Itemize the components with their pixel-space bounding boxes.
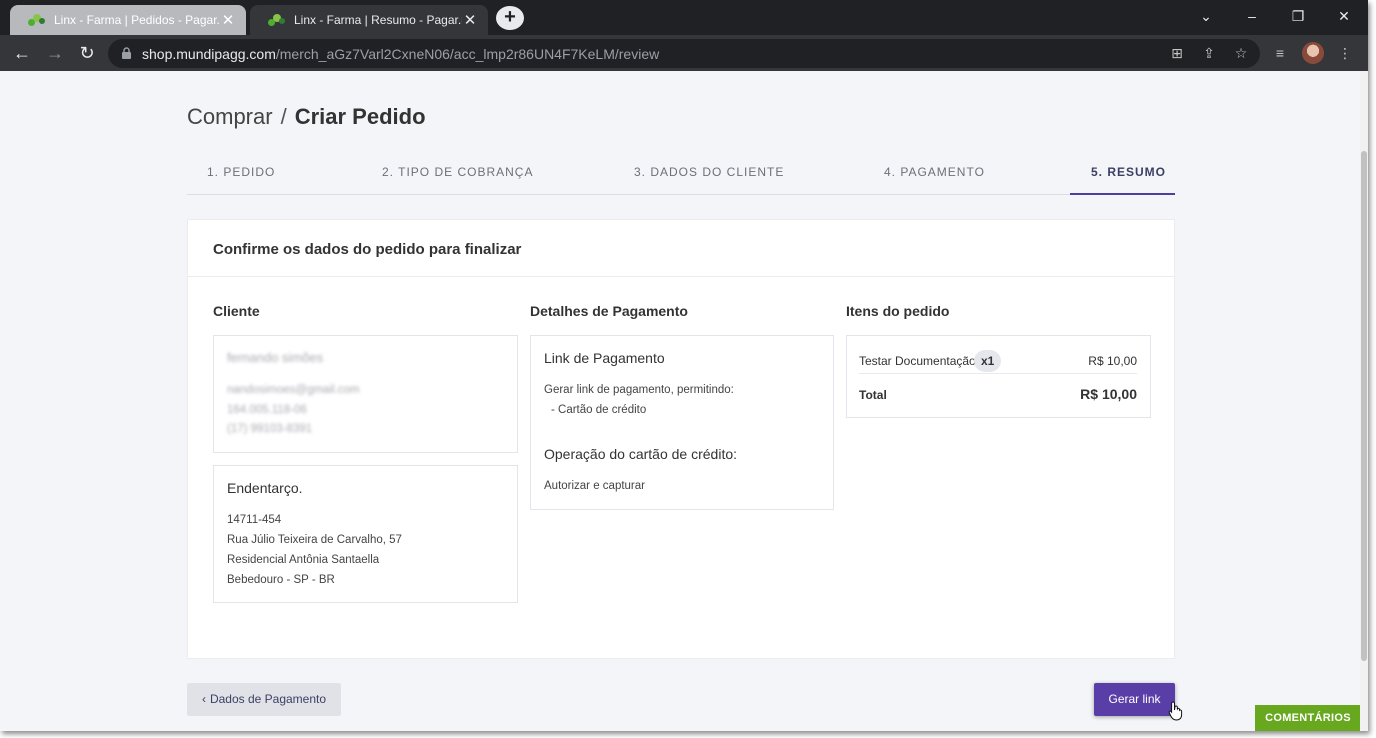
address-box: Endentarço. 14711-454 Rua Júlio Teixeira… <box>213 465 518 603</box>
url-path: /merch_aGz7Varl2CxneN06/acc_lmp2r86UN4F7… <box>275 46 660 62</box>
client-document: 164.005.118-06 <box>227 404 307 416</box>
step-dados-cliente[interactable]: 3. DADOS DO CLIENTE <box>634 165 784 179</box>
hand-cursor-icon <box>1168 701 1183 721</box>
pagamento-heading: Detalhes de Pagamento <box>530 303 688 319</box>
client-name: fernando simões <box>227 350 324 365</box>
total-label: Total <box>859 388 887 402</box>
client-phone: (17) 99103-8391 <box>227 423 313 435</box>
browser-toolbar: ← → ↻ shop.mundipagg.com/merch_aGz7Varl2… <box>0 35 1368 71</box>
lock-icon <box>122 47 131 59</box>
list-item: Testar Documentação x1 R$ 10,00 <box>859 338 1137 374</box>
linx-favicon-icon <box>28 13 46 27</box>
card-operation-title: Operação do cartão de crédito: <box>544 446 738 462</box>
close-tab-icon[interactable]: ✕ <box>220 11 236 29</box>
address-title: Endentarço. <box>227 480 303 496</box>
tab-resumo[interactable]: Linx - Farma | Resumo - Pagar.me ✕ <box>250 5 488 35</box>
close-tab-icon[interactable]: ✕ <box>462 11 478 29</box>
breadcrumb-parent[interactable]: Comprar <box>187 104 273 129</box>
item-price: R$ 10,00 <box>1088 354 1137 368</box>
bookmark-star-icon[interactable]: ☆ <box>1232 44 1250 62</box>
card-operation-value: Autorizar e capturar <box>544 480 645 492</box>
back-arrow-icon[interactable]: ← <box>10 41 34 65</box>
checkout-steps: 1. PEDIDO 2. TIPO DE COBRANÇA 3. DADOS D… <box>187 159 1175 195</box>
breadcrumb-separator: / <box>280 104 287 129</box>
tab-pedidos[interactable]: Linx - Farma | Pedidos - Pagar.me ✕ <box>10 5 246 35</box>
total-row: Total R$ 10,00 <box>859 376 1137 412</box>
back-button-label: Dados de Pagamento <box>209 692 327 706</box>
payment-description: Gerar link de pagamento, permitindo: <box>544 384 734 396</box>
tab-title: Linx - Farma | Pedidos - Pagar.me <box>54 13 220 27</box>
step-resumo[interactable]: 5. RESUMO <box>1091 165 1166 179</box>
card-title: Confirme os dados do pedido para finaliz… <box>213 241 522 258</box>
cliente-heading: Cliente <box>213 303 260 319</box>
address-street: Rua Júlio Teixeira de Carvalho, 57 <box>227 534 402 546</box>
item-qty-badge: x1 <box>974 350 1002 372</box>
cliente-box: fernando simões nandosimoes@gmail.com 16… <box>213 335 518 453</box>
payment-option: - Cartão de crédito <box>551 404 647 416</box>
translate-icon[interactable]: ⊞ <box>1168 44 1186 62</box>
page-content: Comprar / Criar Pedido 1. PEDIDO 2. TIPO D… <box>0 71 1368 731</box>
step-pedido[interactable]: 1. PEDIDO <box>207 165 275 179</box>
items-box: Testar Documentação x1 R$ 10,00 Total R$… <box>846 335 1151 418</box>
profile-avatar[interactable] <box>1302 42 1324 64</box>
breadcrumb: Comprar / Criar Pedido <box>187 104 426 130</box>
address-city: Bebedouro - SP - BR <box>227 574 335 586</box>
page-scrollbar[interactable] <box>1360 71 1368 731</box>
step-pagamento[interactable]: 4. PAGAMENTO <box>884 165 985 179</box>
share-icon[interactable]: ⇪ <box>1200 44 1218 62</box>
client-email: nandosimoes@gmail.com <box>227 384 360 396</box>
close-window-icon[interactable]: ✕ <box>1329 4 1359 28</box>
scrollbar-thumb[interactable] <box>1361 151 1367 661</box>
browser-window: Linx - Farma | Pedidos - Pagar.me ✕ Linx… <box>0 0 1368 731</box>
linx-favicon-icon <box>268 13 286 27</box>
address-bar[interactable]: shop.mundipagg.com/merch_aGz7Varl2CxneN0… <box>108 39 1260 68</box>
new-tab-button[interactable]: + <box>496 6 524 30</box>
active-step-indicator <box>1070 193 1175 195</box>
generate-link-button[interactable]: Gerar link <box>1094 683 1175 716</box>
step-tipo-cobranca[interactable]: 2. TIPO DE COBRANÇA <box>382 165 533 179</box>
tab-search-chevron-icon[interactable]: ⌄ <box>1191 4 1221 28</box>
forward-arrow-icon[interactable]: → <box>43 41 67 65</box>
item-name: Testar Documentação <box>859 354 976 368</box>
chevron-left-icon: ‹ <box>201 692 206 706</box>
url-text: shop.mundipagg.com/merch_aGz7Varl2CxneN0… <box>142 46 659 62</box>
restore-icon[interactable]: ❐ <box>1283 4 1313 28</box>
total-value: R$ 10,00 <box>1080 386 1137 402</box>
back-to-payment-button[interactable]: ‹ Dados de Pagamento <box>187 683 341 716</box>
summary-card: Confirme os dados do pedido para finaliz… <box>187 219 1175 659</box>
tab-title: Linx - Farma | Resumo - Pagar.me <box>294 13 462 27</box>
tab-strip: Linx - Farma | Pedidos - Pagar.me ✕ Linx… <box>0 0 1368 35</box>
payment-box: Link de Pagamento Gerar link de pagament… <box>530 335 834 510</box>
comments-button[interactable]: COMENTÁRIOS <box>1255 705 1361 731</box>
itens-heading: Itens do pedido <box>846 303 950 319</box>
reading-list-icon[interactable]: ≡ <box>1271 44 1289 62</box>
page-title: Criar Pedido <box>294 104 426 129</box>
address-district: Residencial Antônia Santaella <box>227 554 380 566</box>
payment-method-title: Link de Pagamento <box>544 350 665 366</box>
url-domain: shop.mundipagg.com <box>142 46 276 62</box>
reload-icon[interactable]: ↻ <box>75 41 99 65</box>
more-menu-icon[interactable]: ⋮ <box>1336 44 1354 62</box>
address-zip: 14711-454 <box>227 514 282 526</box>
card-header: Confirme os dados do pedido para finaliz… <box>188 220 1174 277</box>
minimize-icon[interactable]: – <box>1237 4 1267 28</box>
